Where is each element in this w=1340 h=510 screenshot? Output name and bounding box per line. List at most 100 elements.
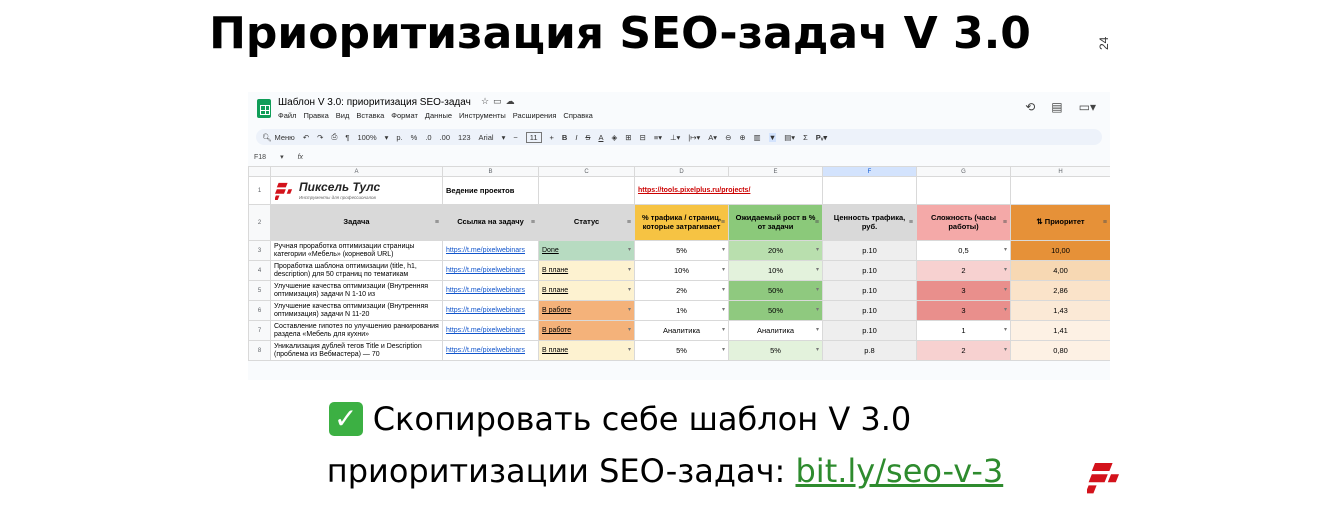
priority-cell[interactable]: 0,80 [1010,340,1110,361]
complexity-dropdown[interactable]: 2 [916,260,1011,281]
priority-cell[interactable]: 4,00 [1010,260,1110,281]
column-header-b[interactable]: B [442,166,539,177]
sort-icon[interactable]: ⇅ [1036,217,1044,226]
name-box[interactable]: F18 [254,154,266,161]
row-number[interactable]: 5 [248,280,271,301]
percent-button[interactable]: % [411,133,418,142]
task-link[interactable]: https://t.me/pixelwebinars [442,340,539,361]
status-dropdown[interactable]: В работе [538,320,635,341]
filter-views-icon[interactable]: ▤▾ [784,133,795,142]
menu-extensions[interactable]: Расширения [513,111,557,120]
traffic-dropdown[interactable]: 5% [634,340,729,361]
row-number[interactable]: 4 [248,260,271,281]
redo-icon[interactable]: ↷ [317,133,323,142]
fill-color-icon[interactable]: ◈ [611,133,617,142]
header-value[interactable]: Ценность трафика, руб. ≡ [822,204,917,241]
traffic-dropdown[interactable]: 5% [634,240,729,261]
row-number[interactable]: 3 [248,240,271,261]
filter-icon[interactable]: ≡ [909,219,913,227]
column-header-c[interactable]: C [538,166,635,177]
font-size-decrease-button[interactable]: − [513,133,517,142]
chevron-down-icon[interactable]: ▾ [502,133,506,142]
task-cell[interactable]: Составление гипотез по улучшению ранкиро… [270,320,443,341]
growth-dropdown[interactable]: Аналитика [728,320,823,341]
header-traffic[interactable]: % трафика / страниц, которые затрагивает… [634,204,729,241]
task-link[interactable]: https://t.me/pixelwebinars [442,300,539,321]
priority-cell[interactable]: 2,86 [1010,280,1110,301]
column-header-a[interactable]: A [270,166,443,177]
row-number[interactable]: 1 [248,176,271,205]
header-priority[interactable]: ⇅ Приоритет ≡ [1010,204,1110,241]
growth-dropdown[interactable]: 50% [728,280,823,301]
menu-tools[interactable]: Инструменты [459,111,506,120]
menu-insert[interactable]: Вставка [356,111,384,120]
input-tools-icon[interactable]: Pᵥ▾ [816,133,828,142]
status-dropdown[interactable]: Done [538,240,635,261]
functions-icon[interactable]: Σ [803,133,808,142]
row-number[interactable]: 7 [248,320,271,341]
font-select[interactable]: Arial [479,133,494,142]
comment-add-icon[interactable]: ⊕ [739,133,745,142]
comment-icon[interactable]: ▤ [1051,100,1062,114]
number-format-button[interactable]: 123 [458,133,471,142]
priority-cell[interactable]: 10,00 [1010,240,1110,261]
task-cell[interactable]: Проработка шаблона оптимизации (title, h… [270,260,443,281]
corner-cell[interactable] [248,166,271,177]
filter-icon[interactable]: ≡ [627,219,631,227]
video-call-icon[interactable]: ▭▾ [1079,100,1096,114]
header-task[interactable]: Задача ≡ [270,204,443,241]
document-title[interactable]: Шаблон V 3.0: приоритизация SEO-задач [278,97,471,108]
undo-icon[interactable]: ↶ [303,133,309,142]
strikethrough-icon[interactable]: S [585,133,590,142]
column-header-h[interactable]: H [1010,166,1110,177]
cell[interactable] [1010,176,1110,205]
align-icon[interactable]: ≡▾ [654,133,662,142]
task-cell[interactable]: Улучшение качества оптимизации (Внутренн… [270,280,443,301]
project-label-cell[interactable]: Ведение проектов [442,176,539,205]
merge-cells-icon[interactable]: ⊟ [640,133,646,142]
font-size-increase-button[interactable]: + [550,133,554,142]
complexity-dropdown[interactable]: 3 [916,300,1011,321]
menu-edit[interactable]: Правка [303,111,328,120]
priority-cell[interactable]: 1,43 [1010,300,1110,321]
task-cell[interactable]: Уникализация дублей тегов Title и Descri… [270,340,443,361]
task-link[interactable]: https://t.me/pixelwebinars [442,280,539,301]
folder-icon[interactable]: ▭ [493,96,506,106]
print-icon[interactable]: ⎙ [331,132,337,142]
status-dropdown[interactable]: В плане [538,340,635,361]
row-number[interactable]: 6 [248,300,271,321]
bold-icon[interactable]: B [562,133,567,142]
link-icon[interactable]: ⊖ [725,133,731,142]
status-dropdown[interactable]: В плане [538,280,635,301]
task-link[interactable]: https://t.me/pixelwebinars [442,240,539,261]
column-header-g[interactable]: G [916,166,1011,177]
column-header-d[interactable]: D [634,166,729,177]
menu-help[interactable]: Справка [563,111,592,120]
traffic-dropdown[interactable]: 1% [634,300,729,321]
history-icon[interactable]: ⟲ [1025,100,1035,114]
task-cell[interactable]: Ручная проработка оптимизации страницы к… [270,240,443,261]
valign-icon[interactable]: ⊥▾ [670,133,680,142]
star-icon[interactable]: ☆ [481,96,493,106]
chart-icon[interactable]: ▥ [754,133,761,142]
menu-data[interactable]: Данные [425,111,452,120]
paint-format-icon[interactable]: ¶ [345,133,349,142]
decrease-decimal-button[interactable]: .0 [425,133,431,142]
status-dropdown[interactable]: В работе [538,300,635,321]
currency-button[interactable]: р. [396,133,402,142]
growth-dropdown[interactable]: 20% [728,240,823,261]
chevron-down-icon[interactable]: ▾ [280,153,284,161]
projects-link[interactable]: https://tools.pixelplus.ru/projects/ [634,176,823,205]
header-growth[interactable]: Ожидаемый рост в % от задачи ≡ [728,204,823,241]
growth-dropdown[interactable]: 10% [728,260,823,281]
column-header-f[interactable]: F [822,166,917,177]
traffic-dropdown[interactable]: 10% [634,260,729,281]
menu-view[interactable]: Вид [336,111,350,120]
value-cell[interactable]: р.10 [822,240,917,261]
growth-dropdown[interactable]: 5% [728,340,823,361]
column-header-e[interactable]: E [728,166,823,177]
wrap-icon[interactable]: |↦▾ [688,133,700,142]
task-link[interactable]: https://t.me/pixelwebinars [442,260,539,281]
status-dropdown[interactable]: В плане [538,260,635,281]
complexity-dropdown[interactable]: 2 [916,340,1011,361]
